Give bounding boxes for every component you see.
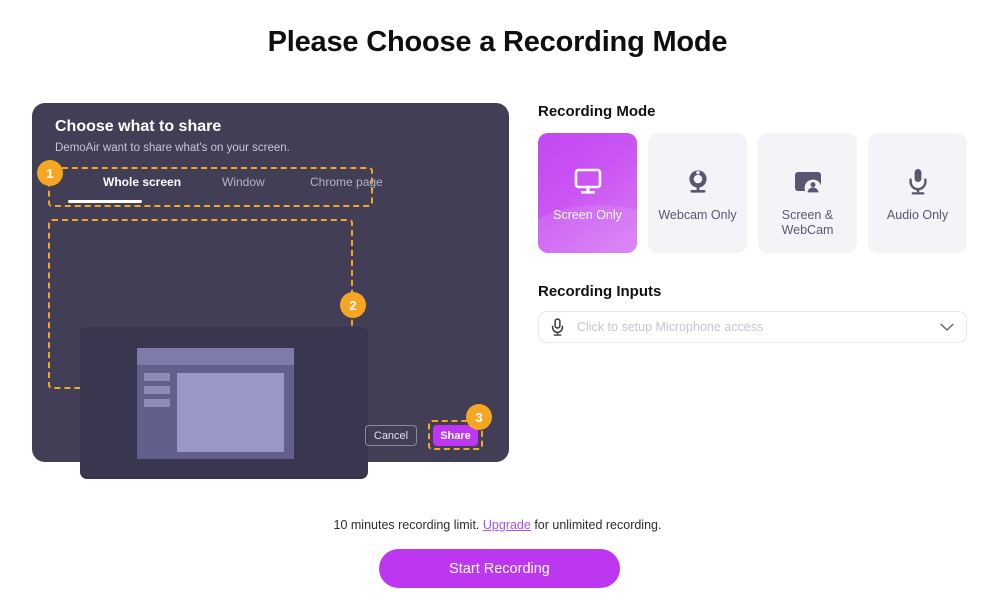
recording-inputs-label: Recording Inputs — [538, 283, 662, 300]
mode-card-screen-and-webcam[interactable]: Screen & WebCam — [758, 133, 857, 253]
share-dialog-title: Choose what to share — [55, 118, 222, 135]
preview-titlebar — [137, 348, 294, 365]
share-button[interactable]: Share — [433, 425, 478, 446]
start-recording-button[interactable]: Start Recording — [379, 549, 620, 588]
screen-preview-thumbnail[interactable] — [80, 327, 368, 479]
microphone-select-value: Click to setup Microphone access — [577, 320, 764, 334]
share-dialog-panel: Choose what to share DemoAir want to sha… — [32, 103, 509, 479]
microphone-select[interactable]: Click to setup Microphone access — [538, 311, 967, 343]
recording-mode-label: Recording Mode — [538, 103, 656, 120]
mode-card-label: Screen & WebCam — [781, 208, 834, 237]
page-title: Please Choose a Recording Mode — [267, 26, 728, 58]
tab-whole-screen[interactable]: Whole screen — [103, 175, 181, 189]
step-badge-2: 2 — [340, 292, 366, 318]
mode-card-webcam-only[interactable]: Webcam Only — [648, 133, 747, 253]
chevron-down-icon[interactable] — [940, 323, 954, 332]
cancel-button[interactable]: Cancel — [365, 425, 417, 446]
screen-webcam-icon — [793, 166, 823, 198]
preview-content-area — [177, 373, 284, 452]
step-badge-1: 1 — [37, 160, 63, 186]
webcam-icon — [683, 166, 713, 198]
active-tab-underline — [68, 200, 142, 203]
step-badge-3: 3 — [466, 404, 492, 430]
microphone-icon — [550, 317, 565, 337]
limit-suffix-text: for unlimited recording. — [530, 518, 662, 532]
preview-sidebar-bar — [144, 399, 170, 407]
preview-window-illustration — [137, 348, 294, 459]
tab-window[interactable]: Window — [222, 175, 265, 189]
upgrade-link[interactable]: Upgrade — [483, 518, 531, 532]
recording-mode-cards: Screen Only Webcam Only Screen & WebCam — [538, 133, 967, 253]
preview-sidebar-bar — [144, 373, 170, 381]
mode-card-label: Screen Only — [553, 208, 622, 222]
recording-limit-note: 10 minutes recording limit. Upgrade for … — [0, 518, 995, 532]
microphone-icon — [905, 166, 931, 198]
limit-prefix-text: 10 minutes recording limit. — [333, 518, 483, 532]
mode-card-screen-only[interactable]: Screen Only — [538, 133, 637, 253]
monitor-icon — [573, 166, 603, 198]
mode-card-audio-only[interactable]: Audio Only — [868, 133, 967, 253]
tab-chrome-page[interactable]: Chrome page — [310, 175, 383, 189]
mode-card-label: Webcam Only — [658, 208, 737, 222]
mode-card-label: Audio Only — [886, 208, 949, 222]
share-dialog-subtitle: DemoAir want to share what's on your scr… — [55, 142, 290, 154]
preview-sidebar-bar — [144, 386, 170, 394]
